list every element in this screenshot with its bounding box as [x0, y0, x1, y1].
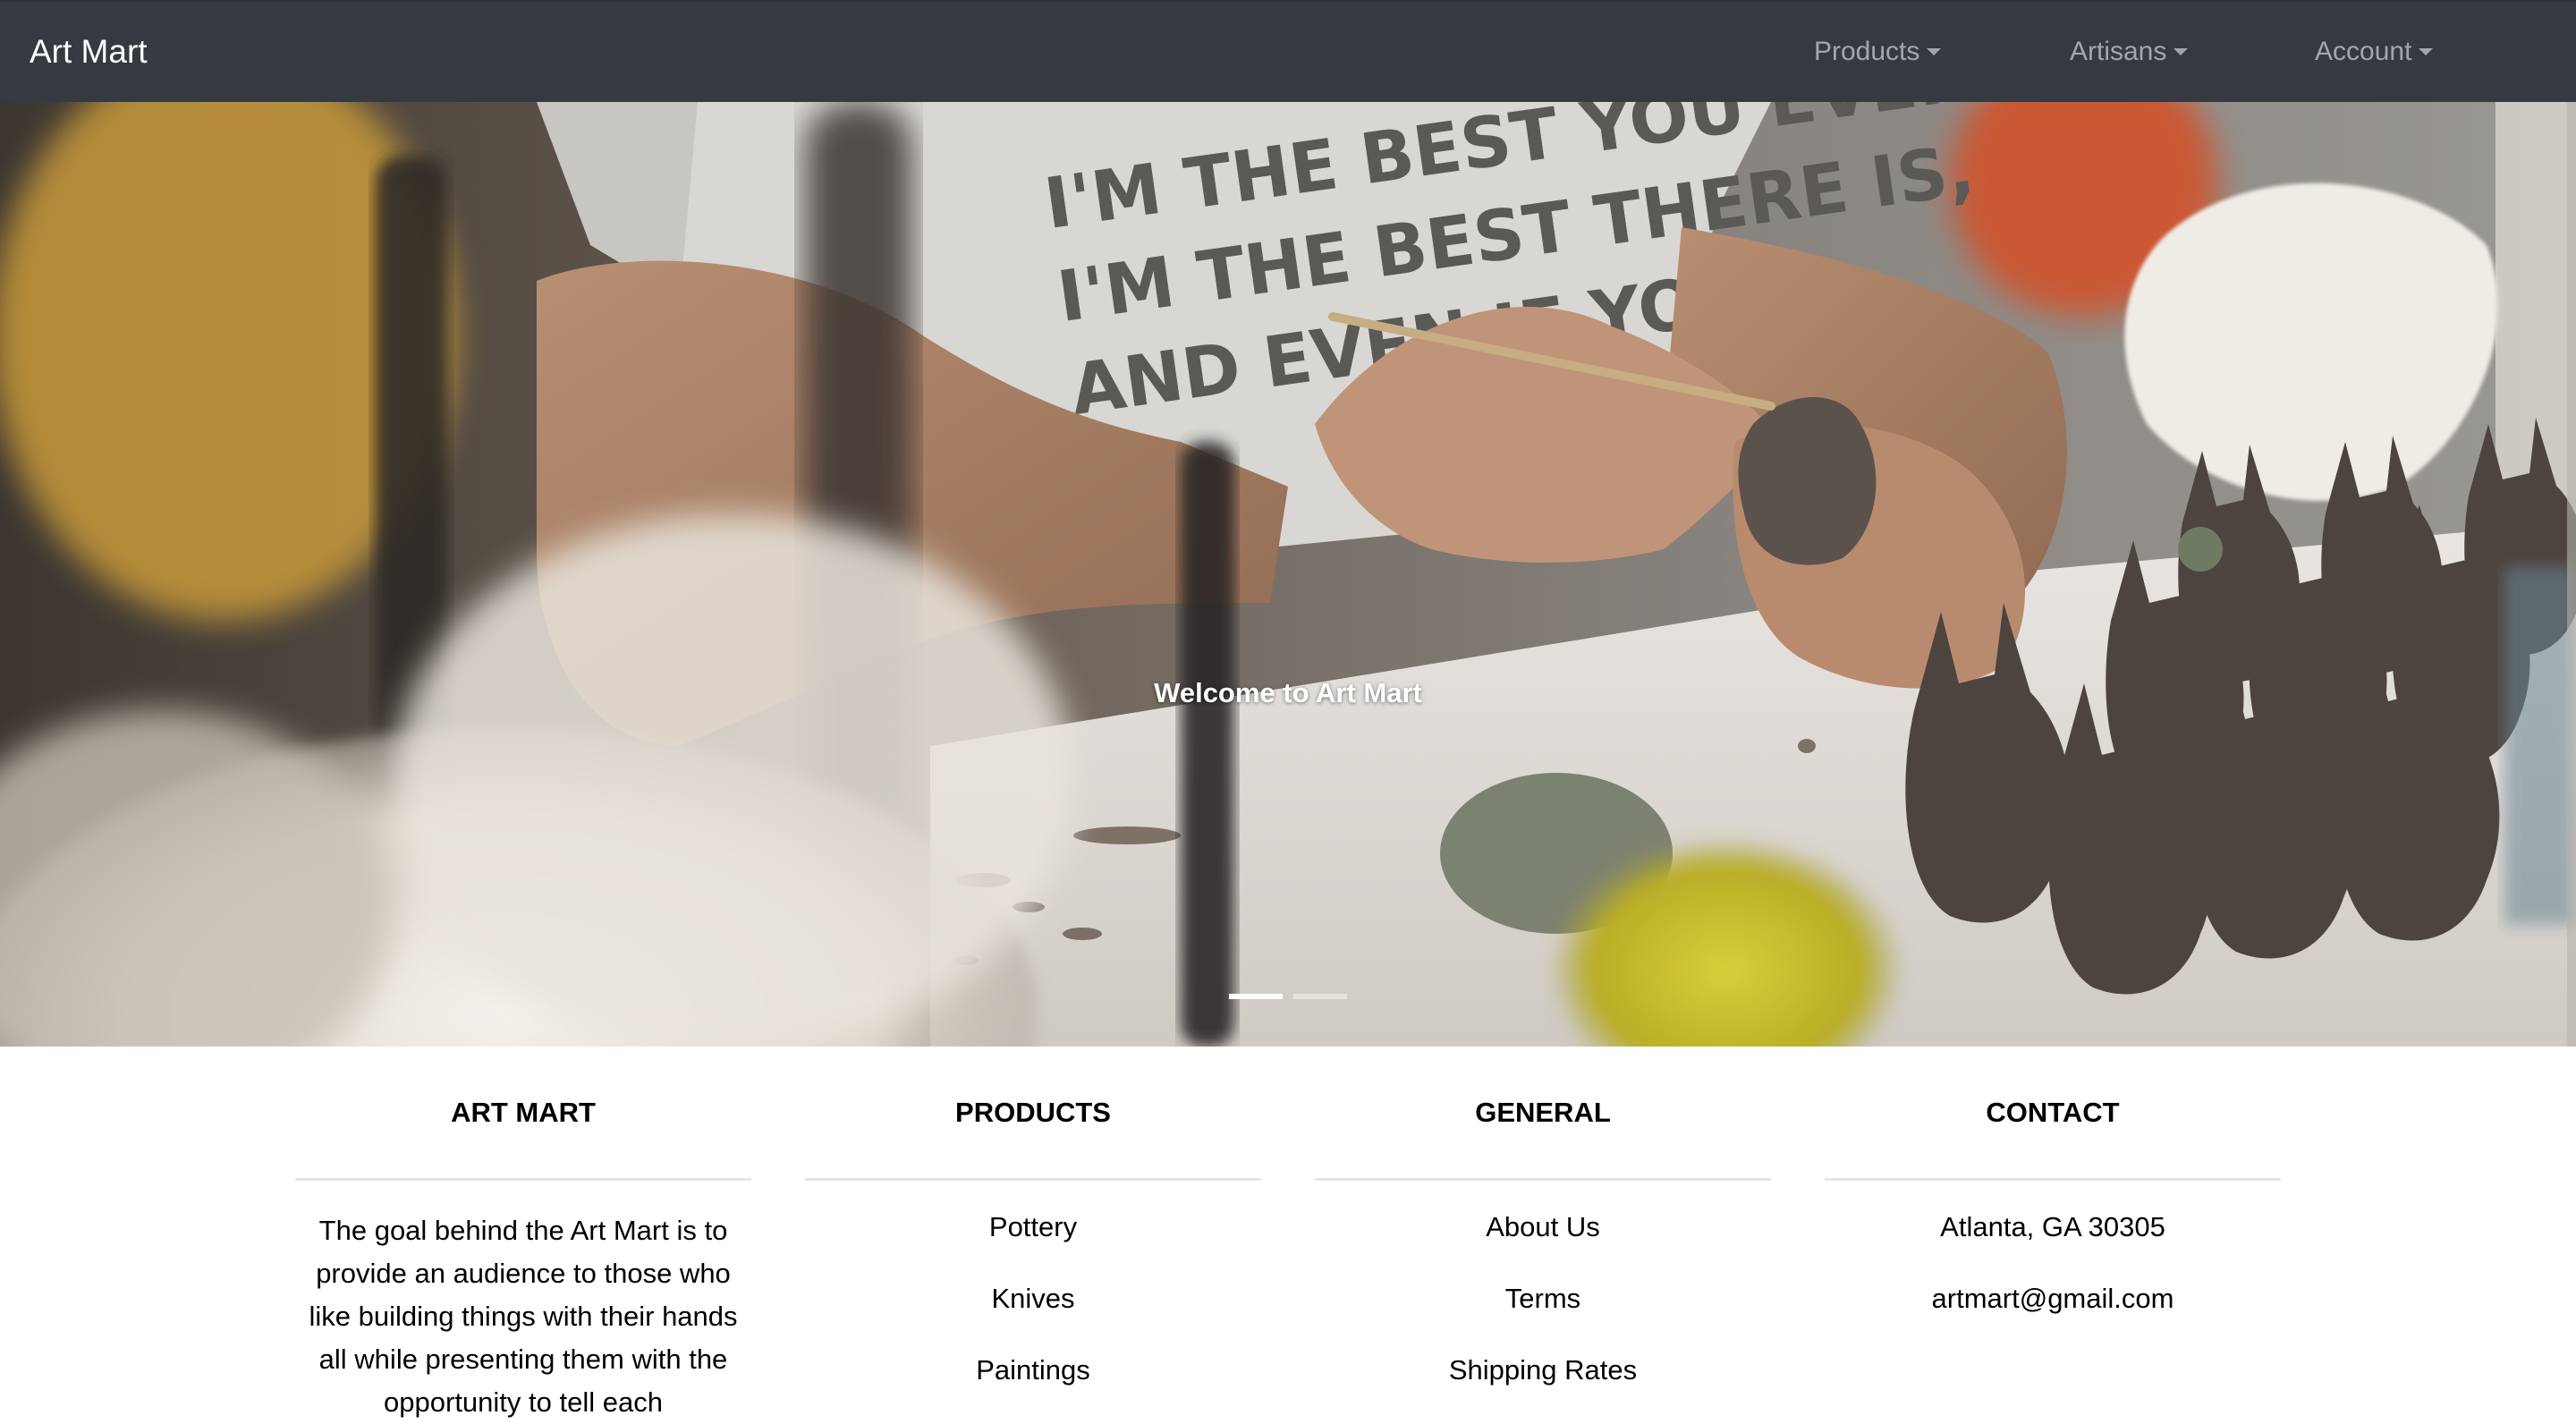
contact-email-link[interactable]: artmart@gmail.com [1932, 1283, 2174, 1314]
list-item: Terms [1315, 1281, 1771, 1352]
nav-account-label: Account [2315, 37, 2412, 66]
contact-address: Atlanta, GA 30305 [1825, 1209, 2281, 1281]
list-item: Paintings [805, 1352, 1261, 1424]
top-navbar: Art Mart Products Artisans Account [0, 0, 2576, 102]
footer-divider [1825, 1178, 2281, 1181]
footer-contact-list: Atlanta, GA 30305 artmart@gmail.com [1825, 1209, 2281, 1352]
nav-artisans-label: Artisans [2070, 37, 2167, 66]
footer-divider [805, 1178, 1261, 1181]
footer-general-list: About Us Terms Shipping Rates [1315, 1209, 1771, 1424]
brand-link[interactable]: Art Mart [30, 2, 148, 102]
nav-products-dropdown[interactable]: Products [1814, 2, 1942, 102]
footer-link-pottery[interactable]: Pottery [989, 1211, 1077, 1242]
list-item: Shipping Rates [1315, 1352, 1771, 1424]
list-item: Knives [805, 1281, 1261, 1352]
nav-products-label: Products [1814, 37, 1920, 66]
carousel-indicator-2[interactable] [1293, 994, 1347, 999]
footer-divider [295, 1178, 751, 1181]
footer-link-knives[interactable]: Knives [991, 1283, 1074, 1314]
hero-carousel[interactable]: I'M THE BEST YOU EVER I'M THE BEST THERE… [0, 102, 2576, 1047]
nav-artisans-dropdown[interactable]: Artisans [2070, 2, 2189, 102]
footer-link-shipping-rates[interactable]: Shipping Rates [1449, 1354, 1637, 1386]
footer-link-paintings[interactable]: Paintings [976, 1354, 1090, 1386]
carousel-caption: Welcome to Art Mart [1154, 677, 1422, 708]
nav-account-dropdown[interactable]: Account [2315, 2, 2434, 102]
footer-heading-products: PRODUCTS [955, 1097, 1111, 1128]
caret-down-icon [2174, 48, 2189, 55]
caret-down-icon [2419, 48, 2434, 55]
hero-image: I'M THE BEST YOU EVER I'M THE BEST THERE… [0, 102, 2576, 1047]
footer-divider [1315, 1178, 1771, 1181]
contact-email: artmart@gmail.com [1825, 1281, 2281, 1352]
footer-heading-general: GENERAL [1475, 1097, 1611, 1128]
footer-link-about-us[interactable]: About Us [1486, 1211, 1600, 1242]
carousel-indicator-1[interactable] [1229, 994, 1283, 999]
footer-heading-art-mart: ART MART [451, 1097, 596, 1128]
site-footer: ART MART The goal behind the Art Mart is… [0, 1047, 2576, 1418]
caret-down-icon [1927, 48, 1942, 55]
list-item: About Us [1315, 1209, 1771, 1281]
footer-heading-contact: CONTACT [1986, 1097, 2120, 1128]
contact-address-text: Atlanta, GA 30305 [1940, 1211, 2165, 1242]
footer-about-text: The goal behind the Art Mart is to provi… [309, 1215, 738, 1418]
list-item: Pottery [805, 1209, 1261, 1281]
footer-link-terms[interactable]: Terms [1505, 1283, 1580, 1314]
footer-products-list: Pottery Knives Paintings [805, 1209, 1261, 1424]
